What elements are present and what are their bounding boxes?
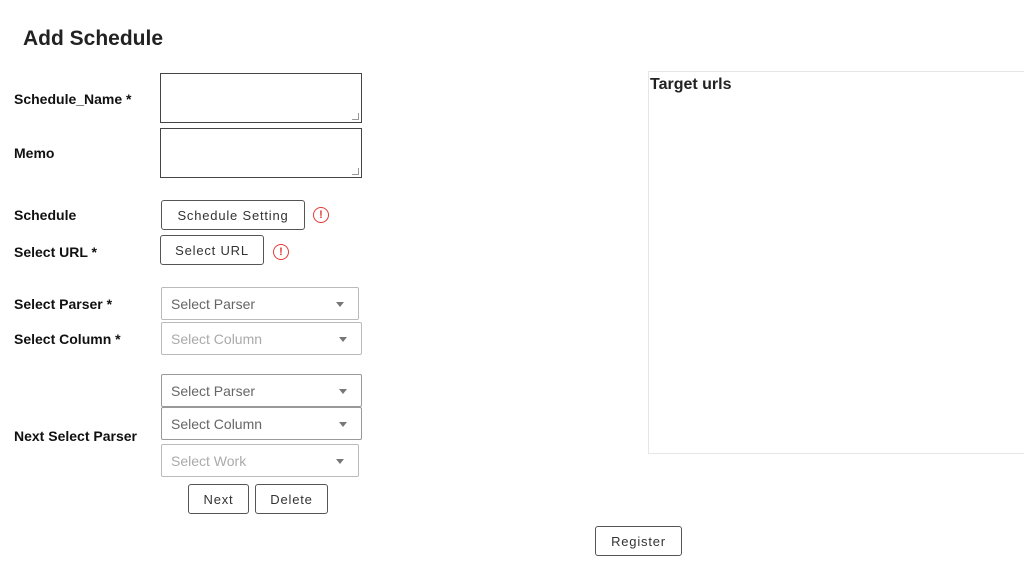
select-column-dropdown[interactable]: Select Column	[161, 322, 362, 355]
memo-field[interactable]	[160, 128, 362, 178]
select-parser-dropdown[interactable]: Select Parser	[161, 287, 359, 320]
register-button[interactable]: Register	[595, 526, 682, 556]
schedule-name-field[interactable]	[160, 73, 362, 123]
delete-button[interactable]: Delete	[255, 484, 328, 514]
next-column-dropdown[interactable]: Select Column	[161, 407, 362, 440]
next-work-placeholder: Select Work	[171, 452, 247, 469]
alert-icon: !	[313, 207, 329, 223]
page-title: Add Schedule	[23, 27, 164, 50]
next-select-parser-label: Next Select Parser	[14, 428, 137, 444]
select-url-button[interactable]: Select URL	[160, 235, 264, 265]
schedule-setting-button[interactable]: Schedule Setting	[161, 200, 305, 230]
target-urls-panel: Target urls	[648, 71, 1024, 454]
caret-down-icon	[339, 422, 347, 427]
next-column-placeholder: Select Column	[171, 415, 263, 432]
schedule-label: Schedule	[14, 207, 77, 223]
next-work-dropdown[interactable]: Select Work	[161, 444, 359, 477]
caret-down-icon	[336, 302, 344, 307]
next-parser-dropdown[interactable]: Select Parser	[161, 374, 362, 407]
select-url-label: Select URL *	[14, 244, 97, 260]
select-column-placeholder: Select Column	[171, 330, 263, 347]
select-column-label: Select Column *	[14, 331, 121, 347]
memo-label: Memo	[14, 145, 55, 161]
caret-down-icon	[339, 337, 347, 342]
target-urls-title: Target urls	[650, 76, 732, 93]
alert-icon: !	[273, 244, 289, 260]
select-parser-placeholder: Select Parser	[171, 295, 256, 312]
select-parser-label: Select Parser *	[14, 296, 113, 312]
caret-down-icon	[339, 389, 347, 394]
next-button[interactable]: Next	[188, 484, 249, 514]
schedule-name-label: Schedule_Name *	[14, 91, 132, 107]
next-parser-placeholder: Select Parser	[171, 382, 256, 399]
caret-down-icon	[336, 459, 344, 464]
